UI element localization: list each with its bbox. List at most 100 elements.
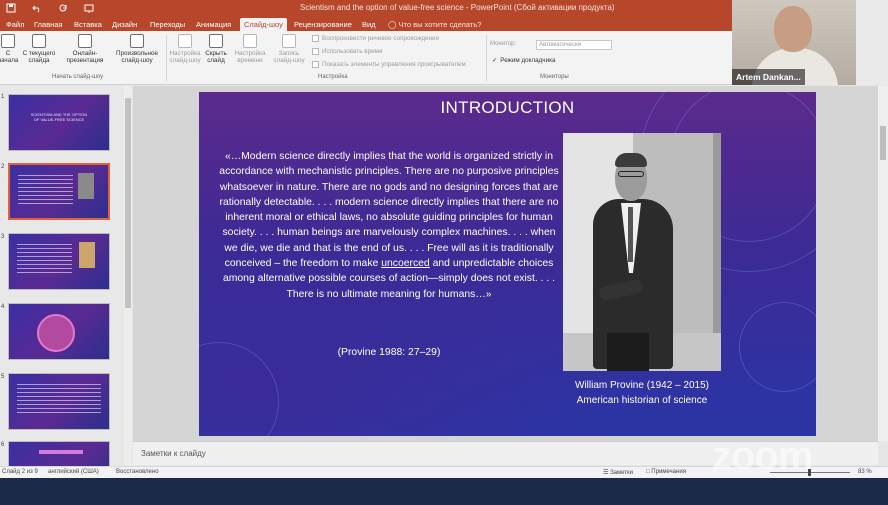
hide-slide-label: Скрыть слайд — [205, 50, 227, 64]
thumbnail-circle — [37, 314, 75, 352]
hide-slide-icon — [209, 34, 223, 48]
zoom-watermark: zoom — [712, 434, 813, 478]
thumbnail-photo — [78, 173, 94, 199]
thumbnail-title: SCIENTISM AND THE OPTION OF VALUE-FREE S… — [30, 112, 88, 122]
online-present-icon — [78, 34, 92, 48]
thumbnail-number: 2 — [1, 164, 5, 170]
thumbnail-number: 5 — [1, 374, 5, 380]
tab-design[interactable]: Дизайн — [108, 18, 141, 31]
slide-quote: «…Modern science directly implies that t… — [219, 149, 559, 302]
lightbulb-icon: ◯ — [388, 20, 397, 29]
setup-group-label: Настройка — [318, 74, 348, 80]
slide-counter: Слайд 2 из 9 — [2, 469, 38, 475]
group-divider — [486, 35, 487, 81]
hide-slide-button[interactable]: Скрыть слайд — [202, 34, 230, 64]
webcam-person-head — [774, 6, 812, 52]
online-presentation-label: Онлайн-презентация — [66, 50, 104, 64]
monitors-group-label: Мониторы — [540, 74, 569, 80]
webcam-side-strip — [856, 0, 888, 85]
webcam-tile: Artem Dankan... — [732, 0, 856, 85]
checkbox-box — [312, 48, 319, 55]
quote-underlined-word: uncoerced — [381, 258, 430, 270]
online-presentation-button[interactable]: Онлайн-презентация — [60, 34, 110, 64]
taskbar — [0, 478, 888, 505]
tab-slideshow[interactable]: Слайд-шоу — [240, 18, 287, 31]
monitor-label: Монитор: — [490, 41, 517, 47]
from-current-button[interactable]: С текущего слайда — [20, 34, 58, 64]
thumbnails-scrollbar[interactable] — [124, 86, 132, 466]
play-from-current-icon — [32, 34, 46, 48]
presenter-view-label: Режим докладчика — [500, 57, 556, 64]
rehearse-timings-button[interactable]: Настройка времени — [232, 34, 268, 64]
play-narrations-label: Воспроизвести речевое сопровождение — [322, 35, 440, 42]
setup-icon — [178, 34, 192, 48]
tab-file[interactable]: Файл — [2, 18, 28, 31]
notes-toggle-label: Заметки — [610, 470, 634, 476]
comment-icon: □ — [646, 469, 650, 475]
tab-review[interactable]: Рецензирование — [290, 18, 356, 31]
checkmark-icon: ✓ — [492, 57, 498, 64]
tell-me-text: Что вы хотите сделать? — [398, 20, 482, 29]
play-narrations-checkbox[interactable]: Воспроизвести речевое сопровождение — [312, 35, 439, 42]
thumbnail-number: 1 — [1, 94, 5, 100]
monitor-select[interactable]: Автоматически — [536, 40, 612, 50]
redo-icon[interactable] — [56, 1, 70, 15]
slide-thumbnail-6[interactable] — [8, 441, 110, 466]
comments-toggle-button[interactable]: □ Примечания — [646, 469, 686, 475]
presenter-view-checkbox[interactable]: ✓ Режим докладчика — [492, 57, 556, 64]
current-slide[interactable]: INTRODUCTION «…Modern science directly i… — [199, 92, 816, 436]
from-beginning-button[interactable]: С начала — [0, 34, 20, 64]
setup-slideshow-label: Настройка слайд-шоу — [169, 50, 201, 64]
show-media-controls-checkbox[interactable]: Показать элементы управления проигрывате… — [312, 61, 466, 68]
slide-thumbnail-2[interactable] — [8, 163, 110, 220]
thumbnail-number: 3 — [1, 234, 5, 240]
photo-caption-name: William Provine (1942 – 2015) — [575, 380, 709, 391]
slide-thumbnail-5[interactable] — [8, 373, 110, 430]
language-indicator[interactable]: английский (США) — [48, 469, 99, 475]
record-slideshow-label: Запись слайд-шоу — [273, 50, 305, 64]
slide-thumbnail-3[interactable] — [8, 233, 110, 290]
thumbnail-heading-bar — [39, 450, 83, 454]
zoom-level[interactable]: 83 % — [858, 469, 872, 475]
thumbnail-number: 4 — [1, 304, 5, 310]
powerpoint-window: Scientism and the option of value-free s… — [0, 0, 888, 478]
quick-access-toolbar — [4, 1, 96, 15]
undo-icon[interactable] — [30, 1, 44, 15]
tab-insert[interactable]: Вставка — [70, 18, 106, 31]
window-title: Scientism and the option of value-free s… — [300, 3, 615, 12]
scrollbar-thumb[interactable] — [880, 126, 886, 160]
photo-legs — [607, 333, 649, 371]
tab-transitions[interactable]: Переходы — [146, 18, 189, 31]
thumbnail-text — [17, 244, 72, 274]
quote-text-part1: «…Modern science directly implies that t… — [219, 151, 559, 270]
record-slideshow-button[interactable]: Запись слайд-шоу — [270, 34, 308, 64]
slide-thumbnail-4[interactable] — [8, 303, 110, 360]
save-icon[interactable] — [4, 1, 18, 15]
notes-toggle-button[interactable]: ☰ Заметки — [603, 469, 633, 476]
tell-me-box[interactable]: ◯ Что вы хотите сделать? — [388, 20, 481, 29]
portrait-photo — [563, 133, 721, 371]
tab-animations[interactable]: Анимация — [192, 18, 235, 31]
slide-scrollbar[interactable] — [878, 86, 888, 441]
record-icon — [282, 34, 296, 48]
checkbox-box — [312, 61, 319, 68]
photo-glasses — [618, 171, 644, 177]
slideshow-icon[interactable] — [82, 1, 96, 15]
use-timings-checkbox[interactable]: Использовать время — [312, 48, 382, 55]
photo-caption-role: American historian of science — [576, 395, 708, 406]
thumbnail-photo — [79, 242, 95, 268]
setup-slideshow-button[interactable]: Настройка слайд-шоу — [166, 34, 204, 64]
scrollbar-thumb[interactable] — [125, 98, 131, 308]
custom-show-icon — [130, 34, 144, 48]
recovered-status: Восстановлено — [116, 469, 159, 475]
slide-thumbnail-1[interactable]: SCIENTISM AND THE OPTION OF VALUE-FREE S… — [8, 94, 110, 151]
tab-home[interactable]: Главная — [30, 18, 67, 31]
slide-citation: (Provine 1988: 27–29) — [337, 347, 441, 358]
play-from-start-icon — [1, 34, 15, 48]
decor-circle — [739, 302, 816, 392]
photo-hair — [615, 153, 647, 167]
tab-view[interactable]: Вид — [358, 18, 380, 31]
participant-name: Artem Dankan... — [732, 69, 805, 85]
photo-tie — [628, 207, 633, 262]
custom-slideshow-button[interactable]: Произвольное слайд-шоу — [110, 34, 164, 64]
